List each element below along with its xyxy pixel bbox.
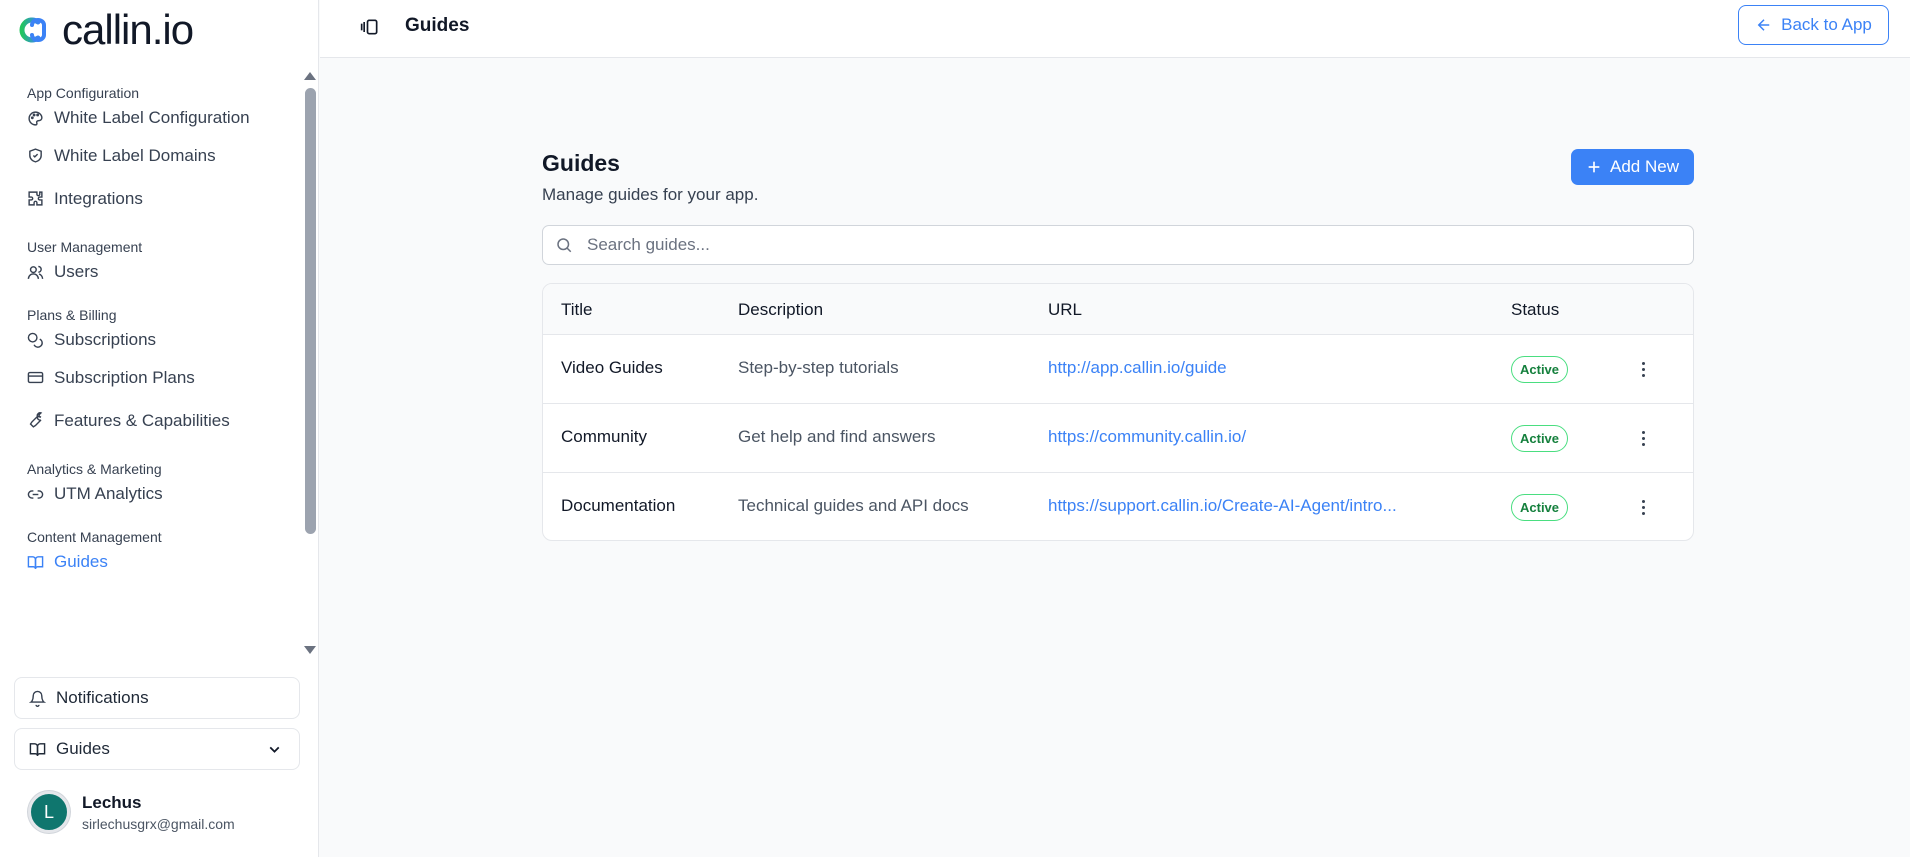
nav-group-app-configuration: App Configuration White Label Configurat… bbox=[27, 84, 300, 220]
nav-group-title: Content Management bbox=[27, 529, 162, 545]
sidebar-item-subscriptions[interactable]: Subscriptions bbox=[27, 324, 300, 356]
table-row[interactable]: Video Guides Step-by-step tutorials http… bbox=[543, 335, 1693, 404]
top-header: Guides Back to App bbox=[320, 0, 1910, 58]
plus-icon bbox=[1588, 161, 1600, 173]
book-icon bbox=[27, 555, 44, 569]
coins-icon bbox=[27, 332, 43, 348]
sidebar-item-white-label-domains[interactable]: White Label Domains bbox=[27, 134, 300, 177]
wrench-icon bbox=[29, 412, 43, 428]
nav-group-user-management: User Management Users bbox=[27, 238, 300, 288]
guides-table: Title Description URL Status Video Guide… bbox=[542, 283, 1694, 541]
nav-group-title: User Management bbox=[27, 239, 143, 255]
cell-description: Get help and find answers bbox=[738, 427, 936, 446]
cell-url-link[interactable]: https://community.callin.io/ bbox=[1048, 427, 1246, 447]
table-row[interactable]: Documentation Technical guides and API d… bbox=[543, 473, 1693, 540]
status-badge: Active bbox=[1511, 494, 1569, 521]
sidebar-item-label: UTM Analytics bbox=[54, 484, 163, 503]
column-header-description[interactable]: Description bbox=[738, 300, 823, 320]
status-badge: Active bbox=[1511, 425, 1569, 452]
add-new-label: Add New bbox=[1610, 157, 1679, 176]
cell-title: Community bbox=[561, 427, 647, 446]
sidebar-item-label: White Label Domains bbox=[54, 145, 216, 165]
nav-group-content-management: Content Management Guides bbox=[27, 528, 300, 578]
sidebar-item-utm-analytics[interactable]: UTM Analytics bbox=[27, 478, 300, 510]
page-title: Guides bbox=[542, 150, 620, 176]
user-email: sirlechusgrx@gmail.com bbox=[82, 815, 235, 832]
search-icon bbox=[557, 238, 572, 253]
row-actions-menu-icon[interactable] bbox=[1633, 358, 1653, 380]
cell-title: Video Guides bbox=[561, 358, 663, 377]
sidebar-item-label: Features & Capabilities bbox=[54, 410, 230, 430]
notifications-label: Notifications bbox=[56, 688, 149, 707]
sidebar-item-label: Users bbox=[54, 262, 99, 281]
sidebar-item-label: Subscription Plans bbox=[54, 367, 195, 387]
column-header-url[interactable]: URL bbox=[1048, 300, 1082, 320]
credit-card-icon bbox=[27, 371, 44, 384]
column-header-title[interactable]: Title bbox=[561, 300, 593, 320]
table-row[interactable]: Community Get help and find answers http… bbox=[543, 404, 1693, 473]
nav-group-title: App Configuration bbox=[27, 85, 140, 101]
nav-group-analytics-marketing: Analytics & Marketing UTM Analytics bbox=[27, 460, 300, 510]
sidebar-item-label: White Label Configuration bbox=[54, 108, 250, 127]
sidebar-item-users[interactable]: Users bbox=[27, 256, 300, 288]
sidebar-item-label: Subscriptions bbox=[54, 330, 157, 349]
notifications-button[interactable]: Notifications bbox=[14, 677, 300, 719]
sidebar-item-label: Integrations bbox=[54, 188, 143, 208]
shield-icon bbox=[29, 148, 42, 163]
sidebar-scrollbar[interactable] bbox=[302, 68, 316, 658]
guides-dropdown-label: Guides bbox=[56, 739, 110, 758]
bell-icon bbox=[29, 690, 46, 707]
sidebar-item-integrations[interactable]: Integrations bbox=[27, 177, 300, 220]
palette-icon bbox=[28, 110, 43, 126]
scroll-thumb[interactable] bbox=[305, 88, 316, 534]
book-icon bbox=[29, 742, 46, 756]
guides-dropdown[interactable]: Guides bbox=[14, 728, 300, 770]
search-box bbox=[542, 225, 1694, 265]
sidebar: callin.io App Configuration White Label … bbox=[0, 0, 319, 857]
add-new-button[interactable]: Add New bbox=[1571, 149, 1694, 185]
sidebar-nav: App Configuration White Label Configurat… bbox=[0, 70, 319, 662]
brand-name: callin.io bbox=[62, 6, 194, 53]
row-actions-menu-icon[interactable] bbox=[1633, 427, 1653, 449]
nav-group-title: Analytics & Marketing bbox=[27, 461, 162, 477]
avatar: L bbox=[28, 791, 70, 833]
column-header-status[interactable]: Status bbox=[1511, 300, 1559, 320]
logo-icon bbox=[19, 17, 46, 43]
users-icon bbox=[27, 265, 44, 279]
scroll-up-arrow[interactable] bbox=[304, 72, 316, 80]
nav-group-title: Plans & Billing bbox=[27, 307, 117, 323]
scroll-down-arrow[interactable] bbox=[304, 646, 316, 654]
sidebar-item-subscription-plans[interactable]: Subscription Plans bbox=[27, 356, 300, 399]
nav-group-plans-billing: Plans & Billing Subscriptions Subscripti… bbox=[27, 306, 300, 442]
arrow-left-icon bbox=[1757, 19, 1770, 31]
sidebar-item-guides[interactable]: Guides bbox=[27, 546, 300, 578]
chevron-down-icon bbox=[269, 746, 280, 753]
cell-url-link[interactable]: https://support.callin.io/Create-AI-Agen… bbox=[1048, 496, 1397, 516]
link-icon bbox=[27, 489, 44, 499]
search-input[interactable] bbox=[587, 235, 1667, 255]
puzzle-icon bbox=[28, 191, 43, 206]
cell-description: Step-by-step tutorials bbox=[738, 358, 899, 377]
back-to-app-button[interactable]: Back to App bbox=[1738, 5, 1889, 45]
sidebar-item-white-label-configuration[interactable]: White Label Configuration bbox=[27, 102, 300, 134]
sidebar-item-label: Guides bbox=[54, 552, 108, 571]
header-title: Guides bbox=[405, 15, 470, 36]
sidebar-item-features-capabilities[interactable]: Features & Capabilities bbox=[27, 399, 300, 442]
back-to-app-label: Back to App bbox=[1781, 15, 1872, 34]
row-actions-menu-icon[interactable] bbox=[1633, 496, 1653, 518]
user-profile[interactable]: L Lechus sirlechusgrx@gmail.com bbox=[28, 791, 235, 833]
page-subtitle: Manage guides for your app. bbox=[542, 185, 759, 204]
cell-title: Documentation bbox=[561, 496, 676, 515]
cell-url-link[interactable]: http://app.callin.io/guide bbox=[1048, 358, 1227, 378]
cell-description: Technical guides and API docs bbox=[738, 496, 969, 515]
sidebar-toggle-icon[interactable] bbox=[360, 17, 380, 37]
status-badge: Active bbox=[1511, 356, 1569, 383]
table-header: Title Description URL Status bbox=[543, 284, 1693, 335]
brand-logo[interactable]: callin.io bbox=[18, 6, 194, 53]
user-name: Lechus bbox=[82, 792, 142, 812]
